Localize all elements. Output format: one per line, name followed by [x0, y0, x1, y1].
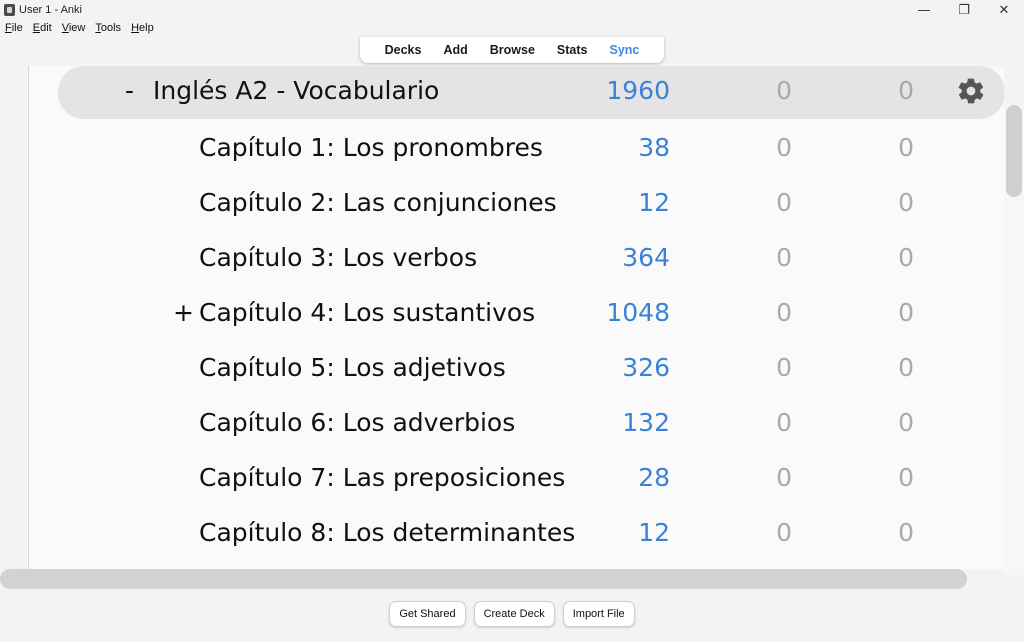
- due-count: 0: [898, 353, 914, 382]
- import-file-button[interactable]: Import File: [562, 601, 635, 627]
- deck-name-link[interactable]: Capítulo 3: Los verbos: [199, 243, 477, 272]
- new-count: 38: [638, 133, 670, 162]
- learn-count: 0: [776, 243, 792, 272]
- top-toolbar: Decks Add Browse Stats Sync: [359, 37, 665, 63]
- menu-bar: File Edit View Tools Help: [0, 20, 1024, 36]
- due-count: 0: [898, 463, 914, 492]
- due-count: 0: [898, 408, 914, 437]
- deck-name-link[interactable]: Capítulo 6: Los adverbios: [199, 408, 515, 437]
- new-count: 12: [638, 518, 670, 547]
- deck-row[interactable]: Capítulo 5: Los adjetivos 326 0 0: [29, 341, 1004, 396]
- expand-toggle[interactable]: +: [173, 298, 194, 327]
- add-link[interactable]: Add: [443, 43, 467, 57]
- close-button[interactable]: ✕: [984, 0, 1024, 20]
- deck-row[interactable]: Capítulo 7: Las preposiciones 28 0 0: [29, 451, 1004, 506]
- new-count: 132: [622, 408, 670, 437]
- menu-tools[interactable]: Tools: [95, 22, 121, 34]
- due-count: 0: [898, 518, 914, 547]
- menu-view[interactable]: View: [62, 22, 86, 34]
- minimize-button[interactable]: —: [904, 0, 944, 20]
- new-count: 12: [638, 188, 670, 217]
- window-controls: — ❐ ✕: [904, 0, 1024, 20]
- anki-app-icon: [4, 4, 15, 16]
- deck-name-link[interactable]: Capítulo 1: Los pronombres: [199, 133, 543, 162]
- due-count: 0: [898, 76, 914, 105]
- deck-row[interactable]: Capítulo 6: Los adverbios 132 0 0: [29, 396, 1004, 451]
- new-count: 326: [622, 353, 670, 382]
- learn-count: 0: [776, 353, 792, 382]
- menu-edit[interactable]: Edit: [33, 22, 52, 34]
- deck-row[interactable]: Capítulo 3: Los verbos 364 0 0: [29, 231, 1004, 286]
- due-count: 0: [898, 298, 914, 327]
- gear-icon[interactable]: [956, 76, 986, 106]
- learn-count: 0: [776, 188, 792, 217]
- stats-link[interactable]: Stats: [557, 43, 588, 57]
- deck-name-link[interactable]: Capítulo 4: Los sustantivos: [199, 298, 535, 327]
- sync-link[interactable]: Sync: [610, 43, 640, 57]
- due-count: 0: [898, 188, 914, 217]
- deck-row[interactable]: Capítulo 2: Las conjunciones 12 0 0: [29, 176, 1004, 231]
- window-title: User 1 - Anki: [19, 4, 82, 16]
- due-count: 0: [898, 133, 914, 162]
- deck-list-panel: - Inglés A2 - Vocabulario 1960 0 0 Capít…: [28, 66, 1004, 569]
- learn-count: 0: [776, 133, 792, 162]
- learn-count: 0: [776, 76, 792, 105]
- deck-name-link[interactable]: Capítulo 2: Las conjunciones: [199, 188, 557, 217]
- learn-count: 0: [776, 463, 792, 492]
- deck-name-link[interactable]: Capítulo 7: Las preposiciones: [199, 463, 565, 492]
- deck-name-link[interactable]: Capítulo 8: Los determinantes: [199, 518, 575, 547]
- deck-name-link[interactable]: Inglés A2 - Vocabulario: [153, 76, 439, 105]
- deck-row[interactable]: + Capítulo 4: Los sustantivos 1048 0 0: [29, 286, 1004, 341]
- collapse-toggle[interactable]: -: [125, 76, 134, 105]
- deck-name-link[interactable]: Capítulo 5: Los adjetivos: [199, 353, 506, 382]
- due-count: 0: [898, 243, 914, 272]
- menu-file[interactable]: File: [5, 22, 23, 34]
- learn-count: 0: [776, 298, 792, 327]
- new-count: 364: [622, 243, 670, 272]
- new-count: 28: [638, 463, 670, 492]
- new-count: 1960: [606, 76, 670, 105]
- deck-row[interactable]: Capítulo 8: Los determinantes 12 0 0: [29, 506, 1004, 561]
- learn-count: 0: [776, 408, 792, 437]
- menu-help[interactable]: Help: [131, 22, 154, 34]
- vertical-scroll-thumb[interactable]: [1006, 105, 1022, 197]
- vertical-scrollbar[interactable]: [1004, 105, 1024, 575]
- create-deck-button[interactable]: Create Deck: [473, 601, 555, 627]
- horizontal-scrollbar[interactable]: [0, 569, 967, 589]
- top-toolbar-wrap: Decks Add Browse Stats Sync: [0, 36, 1024, 64]
- learn-count: 0: [776, 518, 792, 547]
- new-count: 1048: [606, 298, 670, 327]
- browse-link[interactable]: Browse: [490, 43, 535, 57]
- bottom-bar: Get Shared Create Deck Import File: [0, 597, 1024, 631]
- title-bar: User 1 - Anki — ❐ ✕: [0, 0, 1024, 20]
- decks-link[interactable]: Decks: [385, 43, 422, 57]
- get-shared-button[interactable]: Get Shared: [389, 601, 466, 627]
- deck-row[interactable]: Capítulo 1: Los pronombres 38 0 0: [29, 121, 1004, 176]
- maximize-button[interactable]: ❐: [944, 0, 984, 20]
- deck-row-current[interactable]: - Inglés A2 - Vocabulario 1960 0 0: [58, 66, 1004, 119]
